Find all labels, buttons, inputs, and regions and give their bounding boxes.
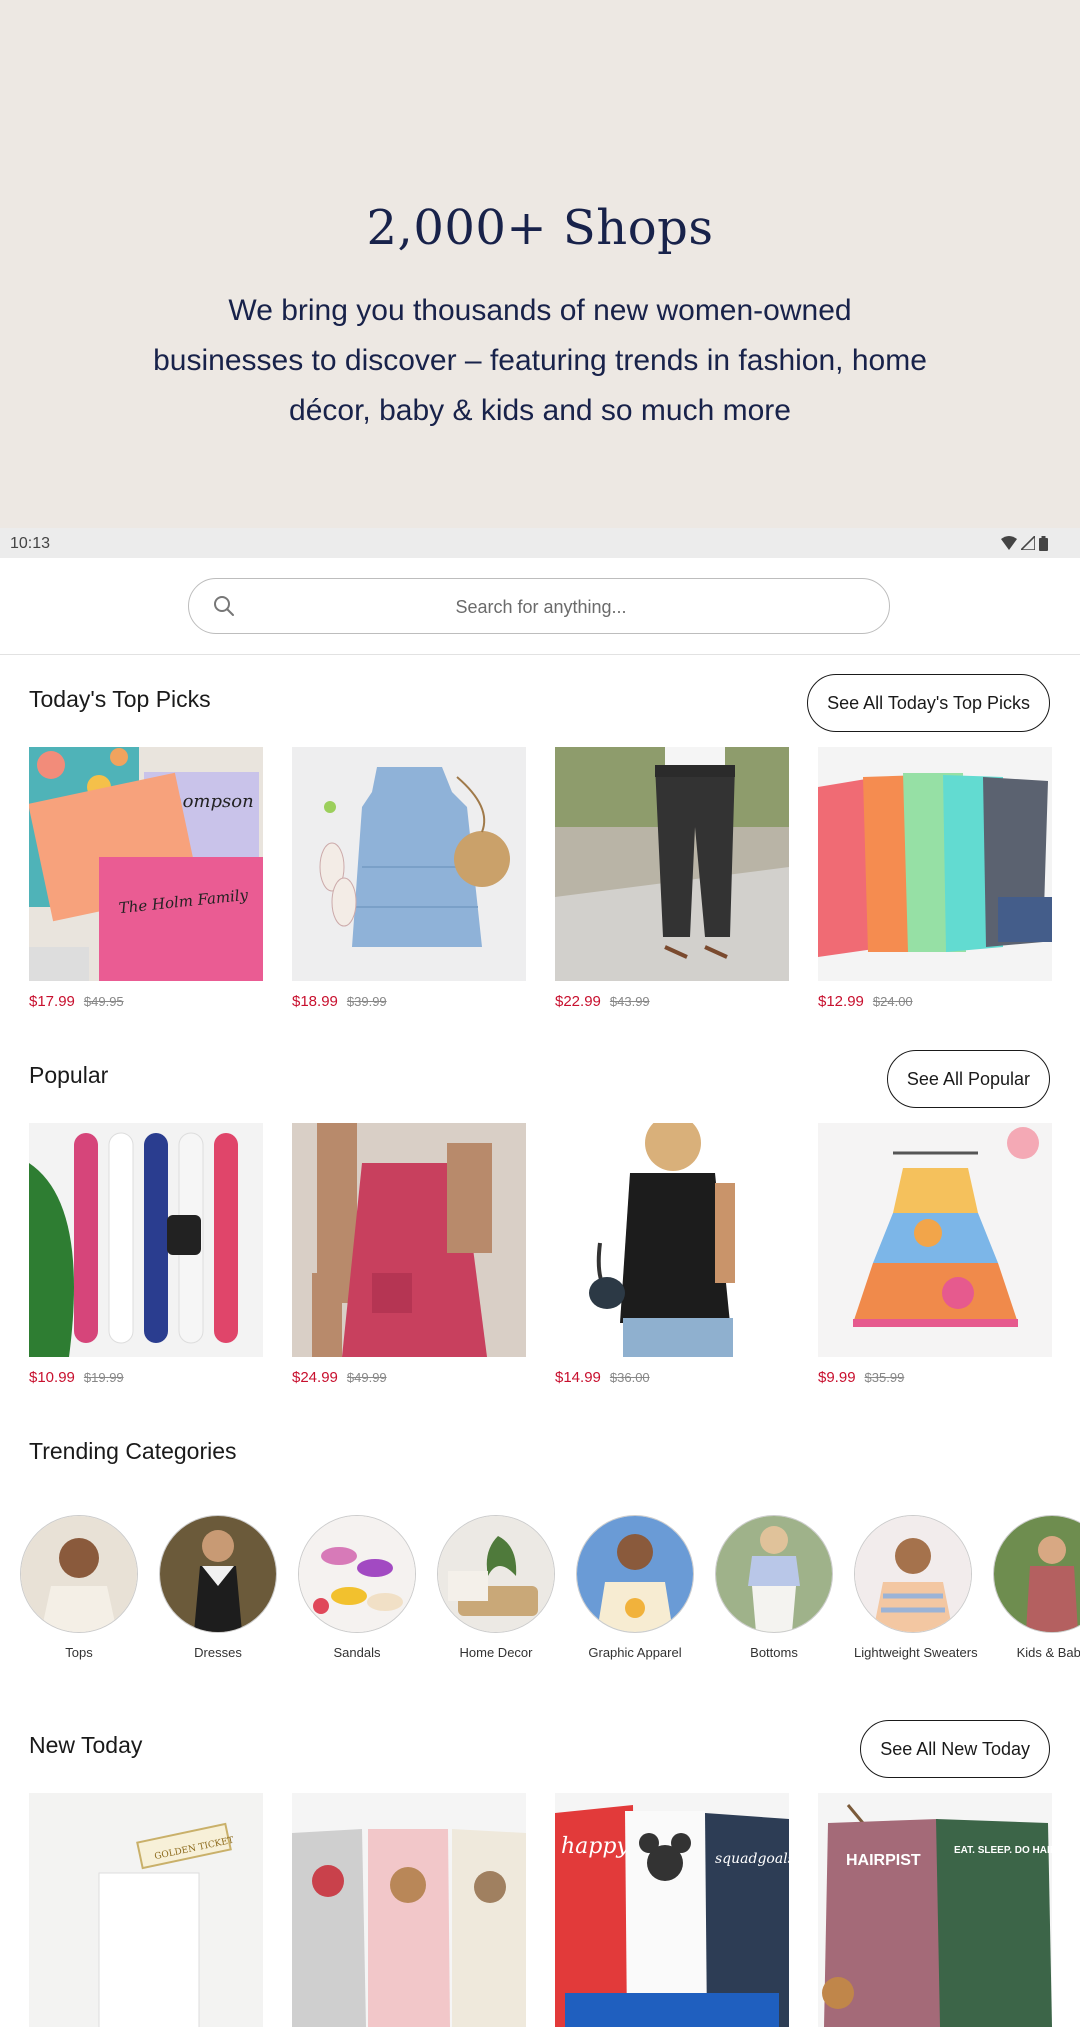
see-all-popular-button[interactable]: See All Popular — [886, 1050, 1050, 1108]
original-price: $49.95 — [83, 994, 124, 1009]
category-label: Bottoms — [750, 1645, 798, 1660]
category-graphic-apparel[interactable]: Graphic Apparel — [576, 1515, 694, 1660]
svg-text:happy.: happy. — [561, 1834, 633, 1859]
category-tops[interactable]: Tops — [20, 1515, 138, 1660]
original-price: $19.99 — [83, 1370, 124, 1385]
section-title: Popular — [29, 1062, 109, 1088]
category-image[interactable] — [715, 1515, 833, 1633]
category-label: Tops — [65, 1645, 93, 1660]
original-price: $49.99 — [346, 1370, 387, 1385]
status-icons — [1001, 535, 1048, 551]
category-image[interactable] — [298, 1515, 416, 1633]
original-price: $43.99 — [609, 994, 650, 1009]
hero-description: We bring you thousands of new women-owne… — [153, 294, 927, 427]
svg-text:HAIRPIST: HAIRPIST — [846, 1852, 921, 1869]
hero-banner: 2,000+ Shops We bring you thousands of n… — [0, 0, 1080, 528]
sale-price: $14.99 — [555, 1369, 601, 1386]
wifi-icon — [1001, 536, 1017, 550]
category-label: Lightweight Sweaters — [854, 1645, 978, 1660]
sale-price: $22.99 — [555, 993, 601, 1010]
category-image[interactable] — [20, 1515, 138, 1633]
product-card[interactable]: $18.99 $39.99 — [292, 747, 526, 1010]
product-image-pet-tees[interactable] — [292, 1793, 526, 2027]
original-price: $39.99 — [346, 994, 387, 1009]
category-image[interactable] — [159, 1515, 277, 1633]
product-image-black-tank[interactable] — [555, 1123, 789, 1357]
category-home-decor[interactable]: Home Decor — [437, 1515, 555, 1660]
category-image[interactable] — [437, 1515, 555, 1633]
product-image-red-dress[interactable] — [292, 1123, 526, 1357]
product-card[interactable]: HAIRPIST EAT. SLEEP. DO HAIR. REPEAT. — [818, 1793, 1052, 2027]
category-image[interactable] — [993, 1515, 1080, 1633]
product-image-watch-bands[interactable] — [29, 1123, 263, 1357]
see-all-new-today-button[interactable]: See All New Today — [860, 1720, 1050, 1778]
product-image-graphic-tees[interactable]: happy. squadgoals — [555, 1793, 789, 2027]
product-card[interactable] — [292, 1793, 526, 2027]
product-card[interactable]: GOLDEN TICKET — [29, 1793, 263, 2027]
search-bar-container — [0, 558, 1080, 655]
section-title: Today's Top Picks — [29, 686, 211, 712]
product-image-tie-dye-dress[interactable] — [818, 1123, 1052, 1357]
section-popular: Popular See All Popular $10.99 $19.99 $2… — [0, 1048, 1080, 1398]
category-label: Dresses — [194, 1645, 242, 1660]
section-title: New Today — [29, 1732, 143, 1758]
sale-price: $18.99 — [292, 993, 338, 1010]
category-carousel[interactable]: Tops Dresses Sandals Home Decor Graphic … — [20, 1515, 1080, 1660]
search-box[interactable] — [188, 578, 890, 635]
sale-price: $10.99 — [29, 1369, 75, 1386]
original-price: $35.99 — [864, 1370, 905, 1385]
original-price: $24.00 — [872, 994, 913, 1009]
category-lightweight-sweaters[interactable]: Lightweight Sweaters — [854, 1515, 978, 1660]
category-label: Graphic Apparel — [588, 1645, 682, 1660]
section-title: Trending Categories — [29, 1438, 237, 1464]
product-image-camo-joggers[interactable] — [555, 747, 789, 981]
search-icon — [214, 596, 234, 616]
product-card[interactable]: $22.99 $43.99 — [555, 747, 789, 1010]
sale-price: $17.99 — [29, 993, 75, 1010]
category-dresses[interactable]: Dresses — [159, 1515, 277, 1660]
product-card[interactable]: happy. squadgoals — [555, 1793, 789, 2027]
battery-icon — [1039, 535, 1048, 551]
sale-price: $9.99 — [818, 1369, 856, 1386]
status-time: 10:13 — [10, 535, 51, 552]
category-bottoms[interactable]: Bottoms — [715, 1515, 833, 1660]
signal-icon — [1021, 536, 1035, 550]
product-card[interactable]: $10.99 $19.99 — [29, 1123, 263, 1386]
svg-text:EAT. SLEEP. DO HAIR. REPEAT.: EAT. SLEEP. DO HAIR. REPEAT. — [954, 1845, 1052, 1856]
product-image-hair-tees[interactable]: HAIRPIST EAT. SLEEP. DO HAIR. REPEAT. — [818, 1793, 1052, 2027]
svg-text:squadgoals: squadgoals — [715, 1851, 789, 1867]
category-image[interactable] — [854, 1515, 972, 1633]
status-bar: 10:13 — [0, 528, 1080, 558]
search-input[interactable] — [249, 579, 833, 635]
category-sandals[interactable]: Sandals — [298, 1515, 416, 1660]
sale-price: $24.99 — [292, 1369, 338, 1386]
product-image-blue-dress[interactable] — [292, 747, 526, 981]
original-price: $36.00 — [609, 1370, 650, 1385]
category-kids-baby[interactable]: Kids & Baby — [993, 1515, 1080, 1660]
product-card[interactable]: $12.99 $24.00 — [818, 747, 1052, 1010]
product-card[interactable]: Thompson The Holm Family $17.99 $49.95 — [29, 747, 263, 1010]
product-image-long-sleeve-tees[interactable] — [818, 747, 1052, 981]
product-image-golden-ticket[interactable]: GOLDEN TICKET — [29, 1793, 263, 2027]
product-card[interactable]: $24.99 $49.99 — [292, 1123, 526, 1386]
see-all-top-picks-button[interactable]: See All Today's Top Picks — [807, 674, 1050, 732]
product-card[interactable]: $14.99 $36.00 — [555, 1123, 789, 1386]
category-label: Kids & Baby — [1016, 1645, 1080, 1660]
product-card[interactable]: $9.99 $35.99 — [818, 1123, 1052, 1386]
section-new-today: New Today See All New Today GOLDEN TICKE… — [0, 1718, 1080, 2027]
category-label: Sandals — [333, 1645, 381, 1660]
section-top-picks: Today's Top Picks See All Today's Top Pi… — [0, 672, 1080, 1022]
category-image[interactable] — [576, 1515, 694, 1633]
category-label: Home Decor — [459, 1645, 533, 1660]
hero-title: 2,000+ Shops — [366, 200, 714, 256]
sale-price: $12.99 — [818, 993, 864, 1010]
product-image-address-stamp[interactable]: Thompson The Holm Family — [29, 747, 263, 981]
